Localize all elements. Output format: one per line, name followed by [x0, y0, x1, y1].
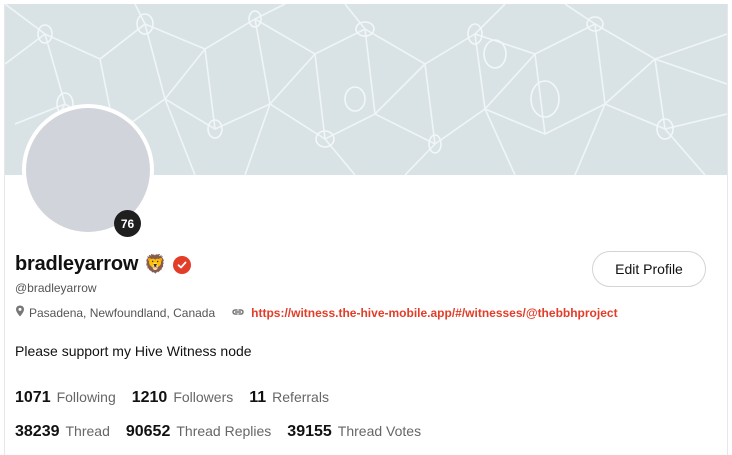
location-text: Pasadena, Newfoundland, Canada	[29, 305, 216, 320]
website-link[interactable]: https://witness.the-hive-mobile.app/#/wi…	[251, 306, 617, 320]
followers-count[interactable]: 1210	[132, 389, 168, 407]
lion-emoji-badge: 🦁	[144, 254, 167, 274]
map-pin-icon	[15, 305, 25, 320]
thread-label: Thread	[65, 423, 110, 439]
profile-bio: Please support my Hive Witness node	[15, 343, 252, 359]
thread-replies-label: Thread Replies	[176, 423, 272, 439]
name-row: bradleyarrow 🦁	[15, 253, 191, 276]
thread-votes-label: Thread Votes	[337, 423, 422, 439]
thread-replies-count: 90652	[125, 423, 171, 440]
referrals-label[interactable]: Referrals	[272, 389, 329, 405]
display-name: bradleyarrow	[15, 253, 139, 275]
stats-row-threads: 38239 Thread 90652 Thread Replies 39155 …	[15, 423, 437, 441]
following-label[interactable]: Following	[57, 389, 116, 405]
verified-check-icon	[172, 255, 191, 274]
thread-votes-count: 39155	[287, 423, 332, 440]
stats-row-social: 1071 Following 1210 Followers 11 Referra…	[15, 389, 345, 407]
thread-count: 38239	[15, 423, 60, 440]
user-handle: @bradleyarrow	[15, 281, 97, 295]
link-icon	[231, 306, 245, 320]
followers-label[interactable]: Followers	[173, 389, 233, 405]
referrals-count[interactable]: 11	[249, 389, 266, 407]
edit-profile-button[interactable]: Edit Profile	[592, 251, 706, 287]
profile-meta: Pasadena, Newfoundland, Canada https://w…	[15, 305, 618, 320]
level-badge: 76	[114, 210, 141, 237]
following-count[interactable]: 1071	[15, 389, 51, 407]
